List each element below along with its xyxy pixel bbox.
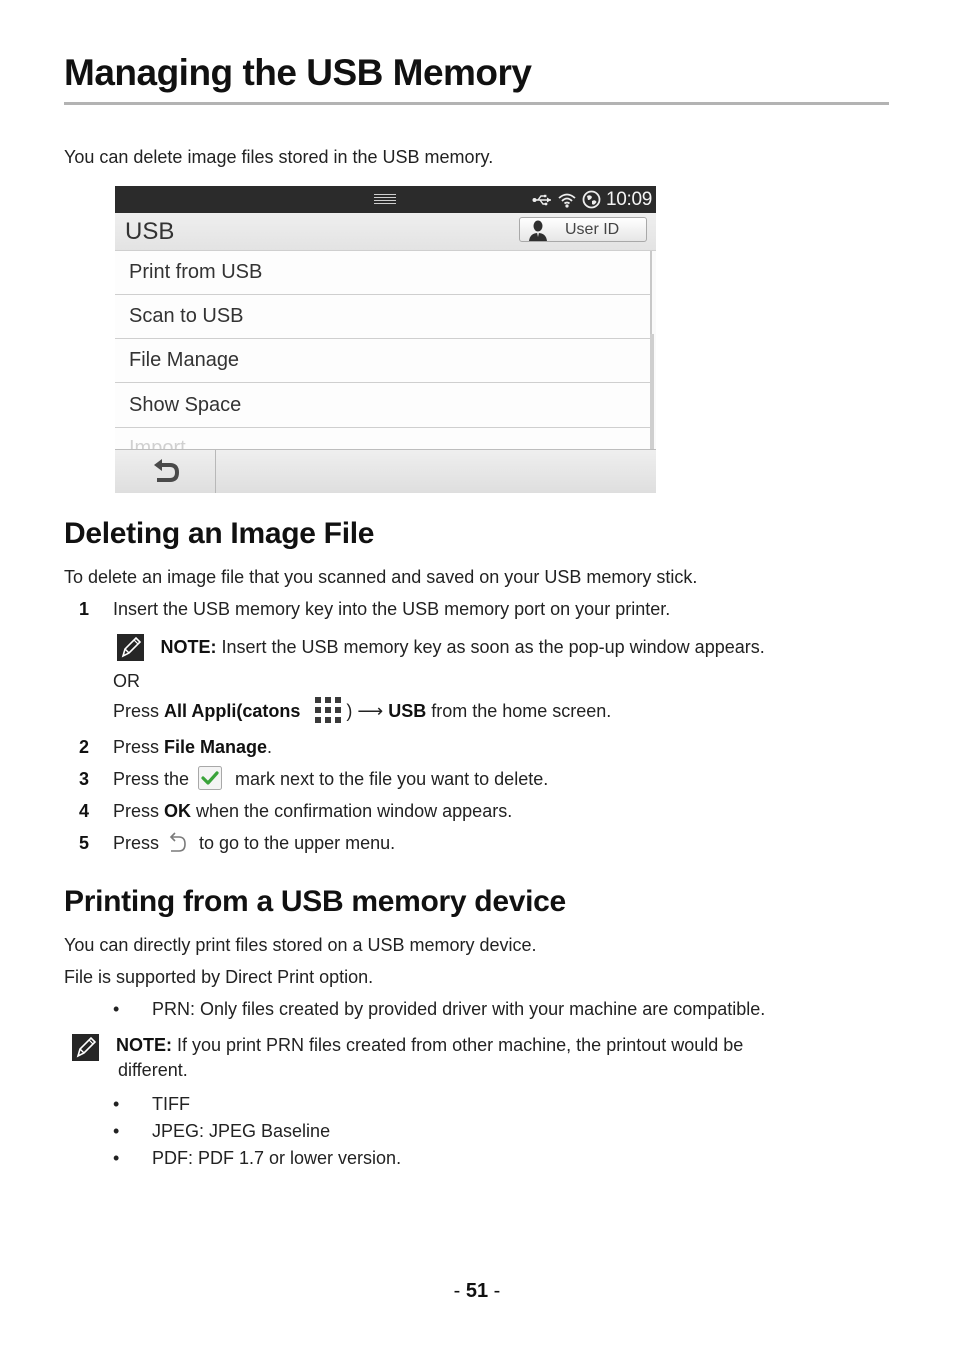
- bullet-dot: •: [113, 1148, 120, 1168]
- usb-label: USB: [388, 701, 427, 721]
- back-arrow-icon: [169, 832, 186, 852]
- screen-title: USB: [125, 218, 175, 245]
- step-5: 5 Press to go to the upper menu.: [79, 832, 395, 854]
- status-time: 10:09: [605, 188, 652, 210]
- bullet-jpeg: • JPEG: JPEG Baseline: [113, 1121, 330, 1142]
- bullet-dot: •: [113, 999, 120, 1019]
- bullet-prn: • PRN: Only files created by provided dr…: [113, 999, 765, 1020]
- delete-intro: To delete an image file that you scanned…: [64, 567, 698, 587]
- usb-icon: [532, 194, 551, 205]
- step-2: 2 Press File Manage.: [79, 737, 272, 758]
- screen-title-bar: USB User ID: [115, 213, 656, 251]
- menu-item-label: Scan to USB: [129, 305, 244, 327]
- page-number-suffix: -: [488, 1280, 501, 1302]
- step-4: 4 Press OK when the confirmation window …: [79, 801, 512, 822]
- note-prn: [72, 1034, 99, 1066]
- bullet-text: PRN: Only files created by provided driv…: [152, 999, 766, 1019]
- menu-item-scan-to-usb[interactable]: Scan to USB: [115, 295, 650, 339]
- bullet-text: TIFF: [152, 1094, 190, 1114]
- section-heading-print: Printing from a USB memory device: [64, 885, 566, 918]
- status-bar: 10:09: [115, 186, 656, 213]
- usb-menu-list: Print from USB Scan to USB File Manage S…: [115, 251, 652, 449]
- note-pencil-icon: [117, 634, 144, 661]
- checkmark-icon: [198, 766, 223, 791]
- print-line-2: File is supported by Direct Print option…: [64, 967, 374, 987]
- menu-item-file-manage[interactable]: File Manage: [115, 339, 650, 383]
- alt-step-pre: Press: [113, 701, 165, 721]
- device-screenshot: 10:09 USB User ID Print from USB Scan to…: [115, 186, 656, 493]
- menu-scrollbar[interactable]: [650, 334, 654, 449]
- step-text: Press File Manage.: [113, 737, 273, 757]
- step-3: 3 Press the mark next to the file you wa…: [79, 766, 548, 791]
- alt-step-mid: ): [341, 701, 358, 721]
- bullet-dot: •: [113, 1121, 120, 1141]
- step-number: 3: [79, 769, 90, 789]
- user-id-button[interactable]: User ID: [519, 217, 647, 242]
- wifi-icon: [558, 193, 576, 208]
- step-1: 1 Insert the USB memory key into the USB…: [79, 599, 670, 620]
- bullet-text: JPEG: JPEG Baseline: [152, 1121, 331, 1141]
- note-label: NOTE:: [116, 1035, 172, 1055]
- alt-step-post: from the home screen.: [426, 701, 612, 721]
- note-text: If you print PRN files created from othe…: [172, 1035, 744, 1055]
- step-text: Press OK when the confirmation window ap…: [113, 801, 513, 821]
- step-text: Insert the USB memory key into the USB m…: [113, 599, 671, 619]
- menu-item-import[interactable]: Import: [115, 429, 650, 449]
- note-text: Insert the USB memory key as soon as the…: [216, 637, 765, 657]
- step-text: Press to go to the upper menu.: [113, 832, 396, 853]
- all-applications-label: All Appli(catons: [164, 701, 301, 721]
- menu-item-print-from-usb[interactable]: Print from USB: [115, 251, 650, 295]
- user-id-label: User ID: [565, 221, 620, 238]
- page-number: - 51 -: [0, 1280, 954, 1303]
- bullet-tiff: • TIFF: [113, 1094, 190, 1115]
- menu-item-label: File Manage: [129, 349, 240, 371]
- all-applications-grid-icon: [315, 697, 342, 724]
- alt-step: Press All Appli(catons ) ⟶ USB from the …: [113, 697, 612, 724]
- step-number: 1: [79, 599, 90, 619]
- note-usb-key: NOTE: Insert the USB memory key as soon …: [117, 634, 765, 661]
- note-prn-line-2: different.: [118, 1060, 188, 1080]
- intro-text: You can delete image files stored in the…: [64, 147, 494, 167]
- step-text: Press the mark next to the file you want…: [113, 766, 548, 791]
- notification-handle-icon: [374, 194, 396, 205]
- step-number: 4: [79, 801, 90, 821]
- print-line-1: You can directly print files stored on a…: [64, 935, 537, 955]
- section-heading-delete: Deleting an Image File: [64, 517, 375, 550]
- step-number: 5: [79, 833, 90, 853]
- note-label: NOTE:: [160, 637, 217, 657]
- bottom-bar-divider: [215, 450, 216, 493]
- page-number-value: 51: [465, 1280, 489, 1302]
- menu-item-label: Import: [129, 437, 186, 449]
- screen-bottom-bar: [115, 449, 656, 493]
- bullet-pdf: • PDF: PDF 1.7 or lower version.: [113, 1148, 401, 1169]
- network-globe-icon: [582, 190, 601, 209]
- back-arrow-icon[interactable]: [151, 459, 181, 485]
- user-icon: [529, 220, 547, 241]
- bullet-dot: •: [113, 1094, 120, 1114]
- page-number-prefix: -: [453, 1280, 466, 1302]
- note-pencil-icon: [72, 1034, 99, 1061]
- menu-item-show-space[interactable]: Show Space: [115, 384, 650, 428]
- bullet-text: PDF: PDF 1.7 or lower version.: [152, 1148, 402, 1168]
- title-underline: [64, 102, 889, 105]
- menu-item-label: Show Space: [129, 394, 242, 416]
- menu-item-label: Print from USB: [129, 261, 263, 283]
- step-number: 2: [79, 737, 90, 757]
- note-prn-line-1: NOTE: If you print PRN files created fro…: [116, 1035, 743, 1056]
- page-title: Managing the USB Memory: [64, 52, 532, 93]
- or-text: OR: [113, 671, 140, 691]
- arrow-icon: ⟶: [357, 701, 384, 721]
